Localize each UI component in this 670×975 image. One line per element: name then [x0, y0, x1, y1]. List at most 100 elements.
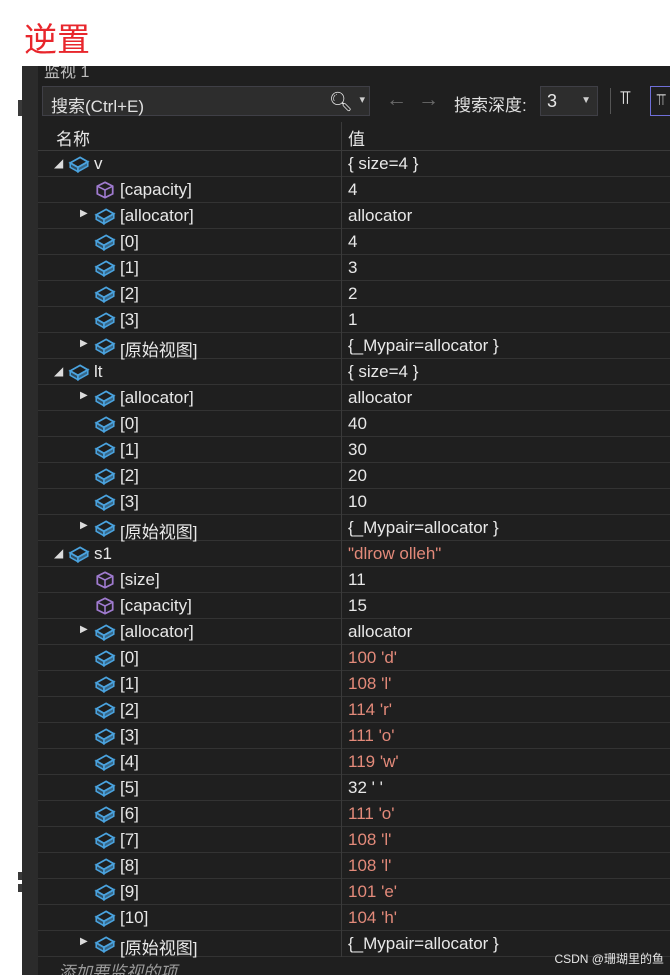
watch-row[interactable]: ◢ s1 "dlrow olleh"	[38, 541, 670, 567]
watch-row[interactable]: [0] 100 'd'	[38, 645, 670, 671]
watch-row[interactable]: ▶ [原始视图] {_Mypair=allocator }	[38, 333, 670, 360]
collapsed-triangle-icon[interactable]: ▶	[80, 624, 92, 635]
watch-item-value[interactable]: 108 'l'	[348, 856, 391, 876]
watch-row[interactable]: [1] 30	[38, 437, 670, 463]
column-divider	[341, 229, 342, 255]
column-divider	[341, 645, 342, 671]
watch-item-value[interactable]: "dlrow olleh"	[348, 544, 441, 564]
watch-row[interactable]: [3] 10	[38, 489, 670, 515]
watch-item-name: [allocator]	[120, 206, 194, 225]
watch-item-value[interactable]: 20	[348, 466, 367, 486]
expanded-triangle-icon[interactable]: ◢	[54, 156, 66, 170]
watch-item-value[interactable]: 111 'o'	[348, 804, 395, 824]
watch-row[interactable]: [3] 111 'o'	[38, 723, 670, 749]
panel-edge	[22, 66, 38, 975]
watch-item-value[interactable]: 101 'e'	[348, 882, 397, 902]
watch-row-name-cell: [7]	[52, 827, 342, 853]
watch-item-name: [5]	[120, 778, 139, 797]
watch-row[interactable]: [4] 119 'w'	[38, 749, 670, 775]
watch-row[interactable]: [9] 101 'e'	[38, 879, 670, 905]
watch-item-value[interactable]: { size=4 }	[348, 154, 418, 174]
watch-item-value[interactable]: { size=4 }	[348, 362, 418, 382]
watch-row-name-cell: ▶ [原始视图]	[52, 515, 342, 542]
watch-item-name: [2]	[120, 700, 139, 719]
watch-row[interactable]: [0] 40	[38, 411, 670, 437]
watch-row[interactable]: [1] 3	[38, 255, 670, 281]
watch-item-value[interactable]: 108 'l'	[348, 674, 391, 694]
watch-row[interactable]: [3] 1	[38, 307, 670, 333]
watch-item-value[interactable]: 10	[348, 492, 367, 512]
watch-item-value[interactable]: {_Mypair=allocator }	[348, 934, 499, 954]
watch-row[interactable]: ▶ [allocator] allocator	[38, 619, 670, 645]
collapsed-triangle-icon[interactable]: ▶	[80, 936, 92, 947]
watch-item-value[interactable]: allocator	[348, 388, 412, 408]
watch-item-name: [1]	[120, 674, 139, 693]
object-cube-icon	[94, 413, 116, 435]
watch-item-value[interactable]: 11	[348, 570, 366, 590]
watch-row[interactable]: ◢ lt { size=4 }	[38, 359, 670, 385]
watch-item-value[interactable]: 4	[348, 232, 357, 252]
watch-item-value[interactable]: 100 'd'	[348, 648, 397, 668]
search-previous-arrow-icon[interactable]: ←	[386, 88, 407, 112]
watch-item-value[interactable]: 114 'r'	[348, 700, 392, 720]
watch-row[interactable]: [1] 108 'l'	[38, 671, 670, 697]
watch-item-value[interactable]: 2	[348, 284, 357, 304]
watch-item-value[interactable]: 111 'o'	[348, 726, 395, 746]
watch-row[interactable]: [8] 108 'l'	[38, 853, 670, 879]
column-splitter[interactable]	[341, 122, 342, 150]
watch-item-name: [allocator]	[120, 388, 194, 407]
column-divider	[341, 281, 342, 307]
watch-item-value[interactable]: 3	[348, 258, 357, 278]
watch-item-value[interactable]: {_Mypair=allocator }	[348, 336, 499, 356]
watch-item-value[interactable]: allocator	[348, 622, 412, 642]
watch-item-value[interactable]: 15	[348, 596, 367, 616]
watch-item-value[interactable]: {_Mypair=allocator }	[348, 518, 499, 538]
watch-row[interactable]: [7] 108 'l'	[38, 827, 670, 853]
watch-row[interactable]: ◢ v{ size=4 }	[38, 151, 670, 177]
pin-icon[interactable]: ⫪	[620, 88, 631, 110]
watch-row[interactable]: [10] 104 'h'	[38, 905, 670, 931]
watch-row[interactable]: [2] 2	[38, 281, 670, 307]
watch-item-value[interactable]: 119 'w'	[348, 752, 399, 772]
watch-item-value[interactable]: 1	[348, 310, 357, 330]
expanded-triangle-icon[interactable]: ◢	[54, 364, 66, 378]
column-divider	[341, 515, 342, 541]
watch-row-name-cell: [5]	[52, 775, 342, 801]
watch-row[interactable]: [capacity] 4	[38, 177, 670, 203]
search-icon[interactable]: 🔍︎	[329, 90, 353, 114]
watch-item-value[interactable]: 108 'l'	[348, 830, 391, 850]
column-header-value[interactable]: 值	[348, 125, 365, 150]
watch-item-value[interactable]: 40	[348, 414, 367, 434]
watch-row[interactable]: [2] 114 'r'	[38, 697, 670, 723]
watch-row[interactable]: ▶ [原始视图] {_Mypair=allocator }	[38, 515, 670, 542]
watch-row[interactable]: [capacity] 15	[38, 593, 670, 619]
search-depth-select[interactable]: 3 ▼	[540, 86, 598, 116]
expanded-triangle-icon[interactable]: ◢	[54, 546, 66, 560]
object-cube-icon	[94, 309, 116, 331]
search-input[interactable]: 搜索(Ctrl+E) 🔍︎ ▾	[42, 86, 370, 116]
watch-row[interactable]: [size] 11	[38, 567, 670, 593]
collapsed-triangle-icon[interactable]: ▶	[80, 338, 92, 349]
column-divider	[341, 437, 342, 463]
watch-row-name-cell: [8]	[52, 853, 342, 879]
column-header-name[interactable]: 名称	[56, 125, 90, 150]
watch-row[interactable]: ▶ [allocator] allocator	[38, 203, 670, 229]
pin-columns-button[interactable]: ⫪	[650, 86, 670, 116]
watch-item-value[interactable]: 32 ' '	[348, 778, 383, 798]
watch-row[interactable]: [6] 111 'o'	[38, 801, 670, 827]
search-options-dropdown-icon[interactable]: ▾	[359, 93, 365, 106]
search-next-arrow-icon[interactable]: →	[418, 88, 439, 112]
watch-item-value[interactable]: allocator	[348, 206, 412, 226]
watch-item-value[interactable]: 104 'h'	[348, 908, 397, 928]
collapsed-triangle-icon[interactable]: ▶	[80, 520, 92, 531]
collapsed-triangle-icon[interactable]: ▶	[80, 390, 92, 401]
object-cube-icon	[68, 153, 90, 175]
watch-row[interactable]: [2] 20	[38, 463, 670, 489]
collapsed-triangle-icon[interactable]: ▶	[80, 208, 92, 219]
watch-row[interactable]: ▶ [allocator] allocator	[38, 385, 670, 411]
watch-row[interactable]: [5] 32 ' '	[38, 775, 670, 801]
watch-row-name-cell: [1]	[52, 255, 342, 281]
watch-item-value[interactable]: 30	[348, 440, 367, 460]
watch-row[interactable]: [0] 4	[38, 229, 670, 255]
watch-item-value[interactable]: 4	[348, 180, 357, 200]
